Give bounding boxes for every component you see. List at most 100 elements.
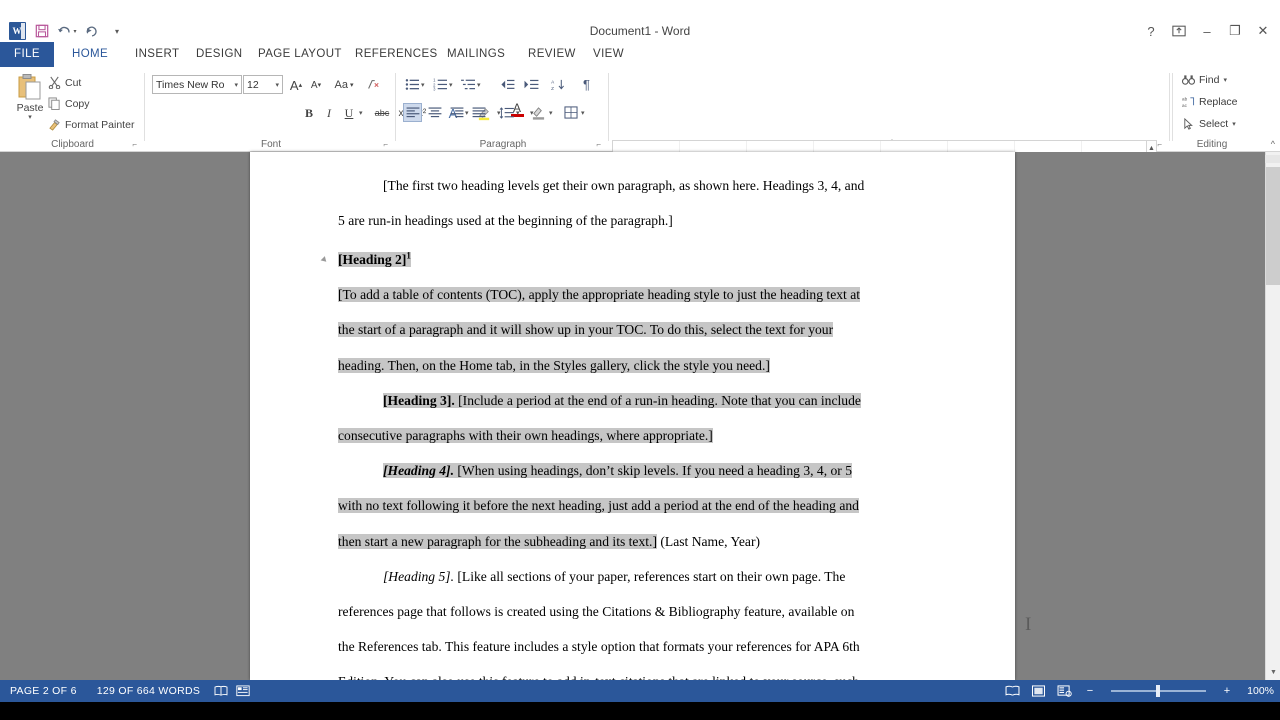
shrink-font-button[interactable]: A ▾ <box>307 75 325 95</box>
font-dialog-launcher[interactable]: ⌐ <box>383 140 388 149</box>
paste-dropdown-icon[interactable]: ▾ <box>8 113 52 121</box>
copy-icon <box>48 97 60 110</box>
paste-button[interactable]: Paste ▾ <box>8 73 52 121</box>
line-spacing-icon[interactable] <box>497 103 516 122</box>
tab-review[interactable]: REVIEW <box>518 42 586 67</box>
doc-line: [Heading 3]. [Include a period at the en… <box>383 392 861 408</box>
read-mode-icon[interactable] <box>1001 682 1023 700</box>
ribbon-display-options-icon[interactable] <box>1166 20 1192 42</box>
grow-font-button[interactable]: A ▴ <box>287 75 305 95</box>
numbering-icon[interactable]: 1 2 3 <box>431 75 450 94</box>
align-center-icon[interactable] <box>425 103 444 122</box>
numbering-dropdown-icon[interactable]: ▾ <box>449 81 453 89</box>
print-layout-icon[interactable] <box>1027 682 1049 700</box>
doc-line: consecutive paragraphs with their own he… <box>338 427 713 443</box>
title-bar: W ▾ ▾ Document1 - Word ? – ❐ ✕ <box>0 0 1280 42</box>
doc-line: [To add a table of contents (TOC), apply… <box>338 287 861 303</box>
tab-page-layout[interactable]: PAGE LAYOUT <box>248 42 352 67</box>
doc-line: [Heading 4]. [When using headings, don’t… <box>383 463 853 479</box>
justify-icon[interactable] <box>469 103 488 122</box>
sort-icon[interactable]: A Z <box>549 75 568 94</box>
split-window-handle[interactable] <box>1265 155 1280 163</box>
underline-dropdown-icon[interactable]: ▾ <box>359 109 363 117</box>
svg-text:3: 3 <box>433 87 436 91</box>
web-layout-icon[interactable] <box>1053 682 1075 700</box>
format-painter-button[interactable]: Format Painter <box>48 118 134 131</box>
zoom-out-button[interactable]: − <box>1079 682 1101 700</box>
strikethrough-button[interactable]: abc <box>372 103 392 123</box>
svg-text:ab: ab <box>1182 97 1188 102</box>
bullets-icon[interactable] <box>403 75 422 94</box>
restore-icon[interactable]: ❐ <box>1222 20 1248 42</box>
ribbon-tabs: FILE HOME INSERT DESIGN PAGE LAYOUT REFE… <box>0 42 1280 110</box>
change-case-button[interactable]: Aa ▾ <box>331 75 357 95</box>
collapse-heading-triangle-icon[interactable] <box>320 256 329 264</box>
multilevel-dropdown-icon[interactable]: ▾ <box>477 81 481 89</box>
find-label: Find <box>1199 74 1220 86</box>
editing-group-label: Editing <box>1196 139 1228 150</box>
tab-home[interactable]: HOME <box>62 42 119 67</box>
scroll-thumb[interactable] <box>1266 167 1280 285</box>
proofing-errors-icon[interactable] <box>210 685 232 697</box>
replace-button[interactable]: ab ac Replace <box>1182 96 1238 108</box>
increase-indent-icon[interactable] <box>521 75 540 94</box>
borders-icon[interactable] <box>561 103 580 122</box>
language-icon[interactable] <box>232 685 254 697</box>
zoom-level[interactable]: 100% <box>1242 685 1274 697</box>
line-spacing-dropdown-icon[interactable]: ▾ <box>516 109 520 117</box>
tab-design[interactable]: DESIGN <box>186 42 253 67</box>
align-left-icon[interactable] <box>403 103 422 122</box>
find-button[interactable]: Find ▾ <box>1182 74 1227 86</box>
align-right-icon[interactable] <box>447 103 466 122</box>
document-body[interactable]: [The first two heading levels get their … <box>320 168 938 700</box>
find-dropdown-icon[interactable]: ▾ <box>1223 76 1227 84</box>
vertical-scrollbar[interactable]: ▲ ▼ <box>1265 152 1280 680</box>
select-dropdown-icon[interactable]: ▾ <box>1232 120 1236 128</box>
word-count[interactable]: 129 OF 664 WORDS <box>87 685 210 697</box>
font-size-input[interactable]: 12 ▾ <box>243 75 283 94</box>
status-right-controls: − + 100% <box>1001 682 1274 700</box>
shading-dropdown-icon[interactable]: ▾ <box>549 109 553 117</box>
tab-mailings[interactable]: MAILINGS <box>437 42 515 67</box>
borders-dropdown-icon[interactable]: ▾ <box>581 109 585 117</box>
window-controls: ? – ❐ ✕ <box>1138 20 1276 42</box>
copy-button[interactable]: Copy <box>48 97 90 110</box>
cut-label: Cut <box>65 76 82 89</box>
paragraph-group-label: Paragraph <box>479 139 527 150</box>
bold-button[interactable]: B <box>301 103 317 123</box>
zoom-in-button[interactable]: + <box>1216 682 1238 700</box>
tab-insert[interactable]: INSERT <box>125 42 189 67</box>
cut-button[interactable]: Cut <box>48 76 81 89</box>
help-icon[interactable]: ? <box>1138 20 1164 42</box>
close-icon[interactable]: ✕ <box>1250 20 1276 42</box>
select-button[interactable]: Select ▾ <box>1182 118 1236 130</box>
paintbrush-icon <box>49 119 60 131</box>
shading-icon[interactable] <box>529 103 548 122</box>
tab-file[interactable]: FILE <box>0 42 54 67</box>
clear-formatting-icon[interactable] <box>363 75 383 95</box>
document-page[interactable]: [The first two heading levels get their … <box>250 152 1031 689</box>
show-formatting-marks-icon[interactable]: ¶ <box>577 75 596 94</box>
replace-label: Replace <box>1199 96 1238 108</box>
tab-view[interactable]: VIEW <box>583 42 634 67</box>
underline-button[interactable]: U <box>342 103 356 123</box>
clipboard-dialog-launcher[interactable]: ⌐ <box>132 140 137 149</box>
font-name-dropdown-icon[interactable]: ▾ <box>234 81 238 89</box>
zoom-thumb[interactable] <box>1156 685 1160 697</box>
paragraph-dialog-launcher[interactable]: ⌐ <box>596 140 601 149</box>
font-name-value: Times New Ro <box>156 78 225 91</box>
italic-button[interactable]: I <box>322 103 336 123</box>
page-indicator[interactable]: PAGE 2 OF 6 <box>0 685 87 697</box>
multilevel-list-icon[interactable] <box>459 75 478 94</box>
tab-references[interactable]: REFERENCES <box>345 42 448 67</box>
copy-label: Copy <box>65 97 90 110</box>
font-name-input[interactable]: Times New Ro ▾ <box>152 75 242 94</box>
styles-dialog-launcher[interactable]: ⌐ <box>1157 140 1162 149</box>
minimize-icon[interactable]: – <box>1194 20 1220 42</box>
zoom-slider[interactable] <box>1111 684 1206 698</box>
scroll-down-icon[interactable]: ▼ <box>1266 665 1280 680</box>
collapse-ribbon-icon[interactable]: ^ <box>1271 139 1275 149</box>
font-size-dropdown-icon[interactable]: ▾ <box>275 81 279 89</box>
decrease-indent-icon[interactable] <box>497 75 516 94</box>
bullets-dropdown-icon[interactable]: ▾ <box>421 81 425 89</box>
